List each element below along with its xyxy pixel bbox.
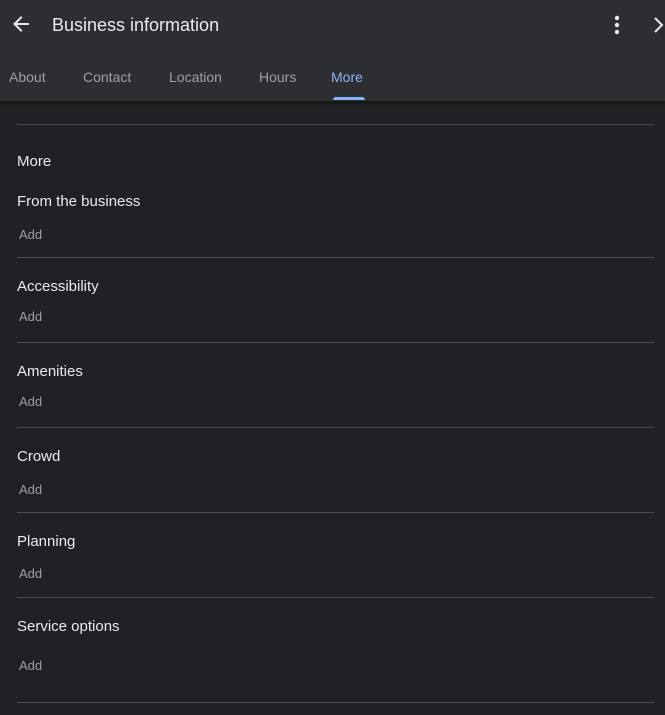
more-options-button[interactable] (604, 10, 630, 40)
tab-more[interactable]: More (331, 68, 363, 86)
add-accessibility-button[interactable]: Add (19, 308, 42, 325)
next-button[interactable] (648, 10, 665, 40)
active-tab-indicator (333, 97, 365, 100)
section-heading: More (17, 153, 52, 170)
page-title: Business information (52, 15, 220, 35)
add-from-the-business-button[interactable]: Add (19, 226, 42, 243)
tab-bar: About Contact Location Hours More (0, 60, 665, 101)
add-amenities-button[interactable]: Add (19, 393, 42, 410)
add-service-options-button[interactable]: Add (19, 657, 42, 674)
tab-hours[interactable]: Hours (259, 68, 296, 86)
add-planning-button[interactable]: Add (19, 565, 42, 582)
back-button[interactable] (6, 9, 36, 39)
tab-location[interactable]: Location (169, 68, 222, 86)
add-crowd-button[interactable]: Add (19, 481, 42, 498)
row-title-from-the-business: From the business (17, 193, 141, 210)
chevron-right-icon (654, 17, 664, 33)
row-title-service-options: Service options (17, 618, 120, 635)
more-vert-icon (614, 15, 620, 35)
app-header: Business information About Contact Locat… (0, 0, 665, 101)
divider (17, 257, 654, 258)
divider (17, 124, 654, 125)
row-title-accessibility: Accessibility (17, 278, 99, 295)
row-title-crowd: Crowd (17, 448, 61, 465)
tab-contact[interactable]: Contact (83, 68, 131, 86)
tab-about[interactable]: About (9, 68, 46, 86)
divider (17, 702, 654, 703)
row-title-planning: Planning (17, 533, 76, 550)
row-title-amenities: Amenities (17, 363, 83, 380)
arrow-left-icon (13, 16, 29, 32)
divider (17, 342, 654, 343)
divider (17, 597, 654, 598)
divider (17, 512, 654, 513)
content-panel: More From the business Add Accessibility… (0, 101, 665, 715)
divider (17, 427, 654, 428)
